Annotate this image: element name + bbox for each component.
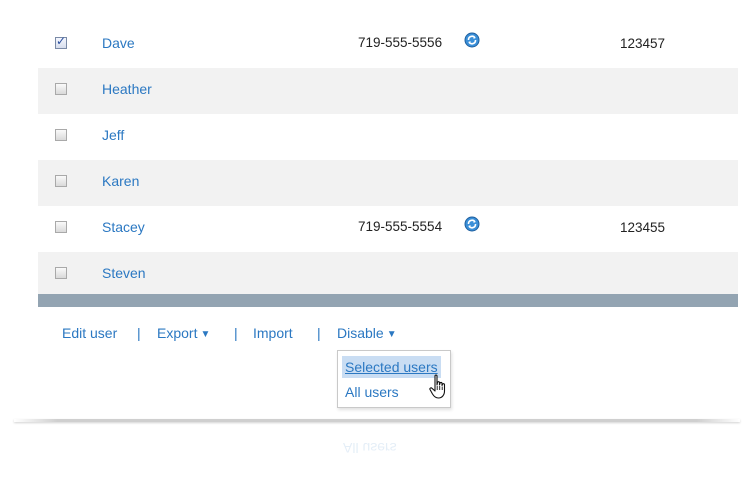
user-name-link[interactable]: Jeff xyxy=(102,127,124,143)
menu-item-selected-users[interactable]: Selected users xyxy=(342,356,441,378)
chevron-down-icon: ▼ xyxy=(386,329,397,340)
toolbar-separator: | xyxy=(137,325,141,341)
panel-edge xyxy=(14,419,740,422)
reflection-text: All users xyxy=(343,440,397,456)
edit-user-link[interactable]: Edit user xyxy=(62,325,117,341)
import-link[interactable]: Import xyxy=(253,325,293,341)
phone-number: 719-555-5554 xyxy=(358,219,443,234)
phone-refresh-icon[interactable] xyxy=(464,32,480,48)
table-row[interactable]: Stacey 719-555-5554 123455 xyxy=(38,206,738,252)
table-row[interactable]: Steven xyxy=(38,252,738,298)
user-name-link[interactable]: Karen xyxy=(102,173,139,189)
hand-pointer-cursor-icon xyxy=(429,374,446,399)
toolbar-separator: | xyxy=(234,325,238,341)
chevron-down-icon: ▼ xyxy=(200,329,211,340)
export-label: Export xyxy=(157,325,198,341)
disable-menu-button[interactable]: Disable ▼ xyxy=(337,325,397,341)
row-checkbox[interactable] xyxy=(55,175,67,187)
table-footer-divider xyxy=(38,294,738,307)
menu-item-all-users[interactable]: All users xyxy=(342,381,402,403)
phone-refresh-icon[interactable] xyxy=(464,216,480,232)
disable-label: Disable xyxy=(337,325,384,341)
row-checkbox[interactable] xyxy=(55,83,67,95)
user-name-link[interactable]: Steven xyxy=(102,265,146,281)
table-row[interactable]: Heather xyxy=(38,68,738,114)
table-row[interactable]: Jeff xyxy=(38,114,738,160)
row-checkbox[interactable] xyxy=(55,221,67,233)
table-row[interactable]: Dave 719-555-5556 123457 xyxy=(38,22,738,68)
row-checkbox[interactable] xyxy=(55,267,67,279)
user-name-link[interactable]: Stacey xyxy=(102,219,145,235)
export-menu-button[interactable]: Export ▼ xyxy=(157,325,210,341)
row-checkbox[interactable] xyxy=(55,34,67,49)
extension-number: 123455 xyxy=(620,220,666,235)
table-row[interactable]: Karen xyxy=(38,160,738,206)
user-name-link[interactable]: Heather xyxy=(102,81,152,97)
extension-number: 123457 xyxy=(620,36,666,51)
phone-number: 719-555-5556 xyxy=(358,35,443,50)
toolbar-separator: | xyxy=(317,325,321,341)
row-checkbox[interactable] xyxy=(55,129,67,141)
user-name-link[interactable]: Dave xyxy=(102,35,135,51)
menu-reflection: All users xyxy=(337,432,449,462)
